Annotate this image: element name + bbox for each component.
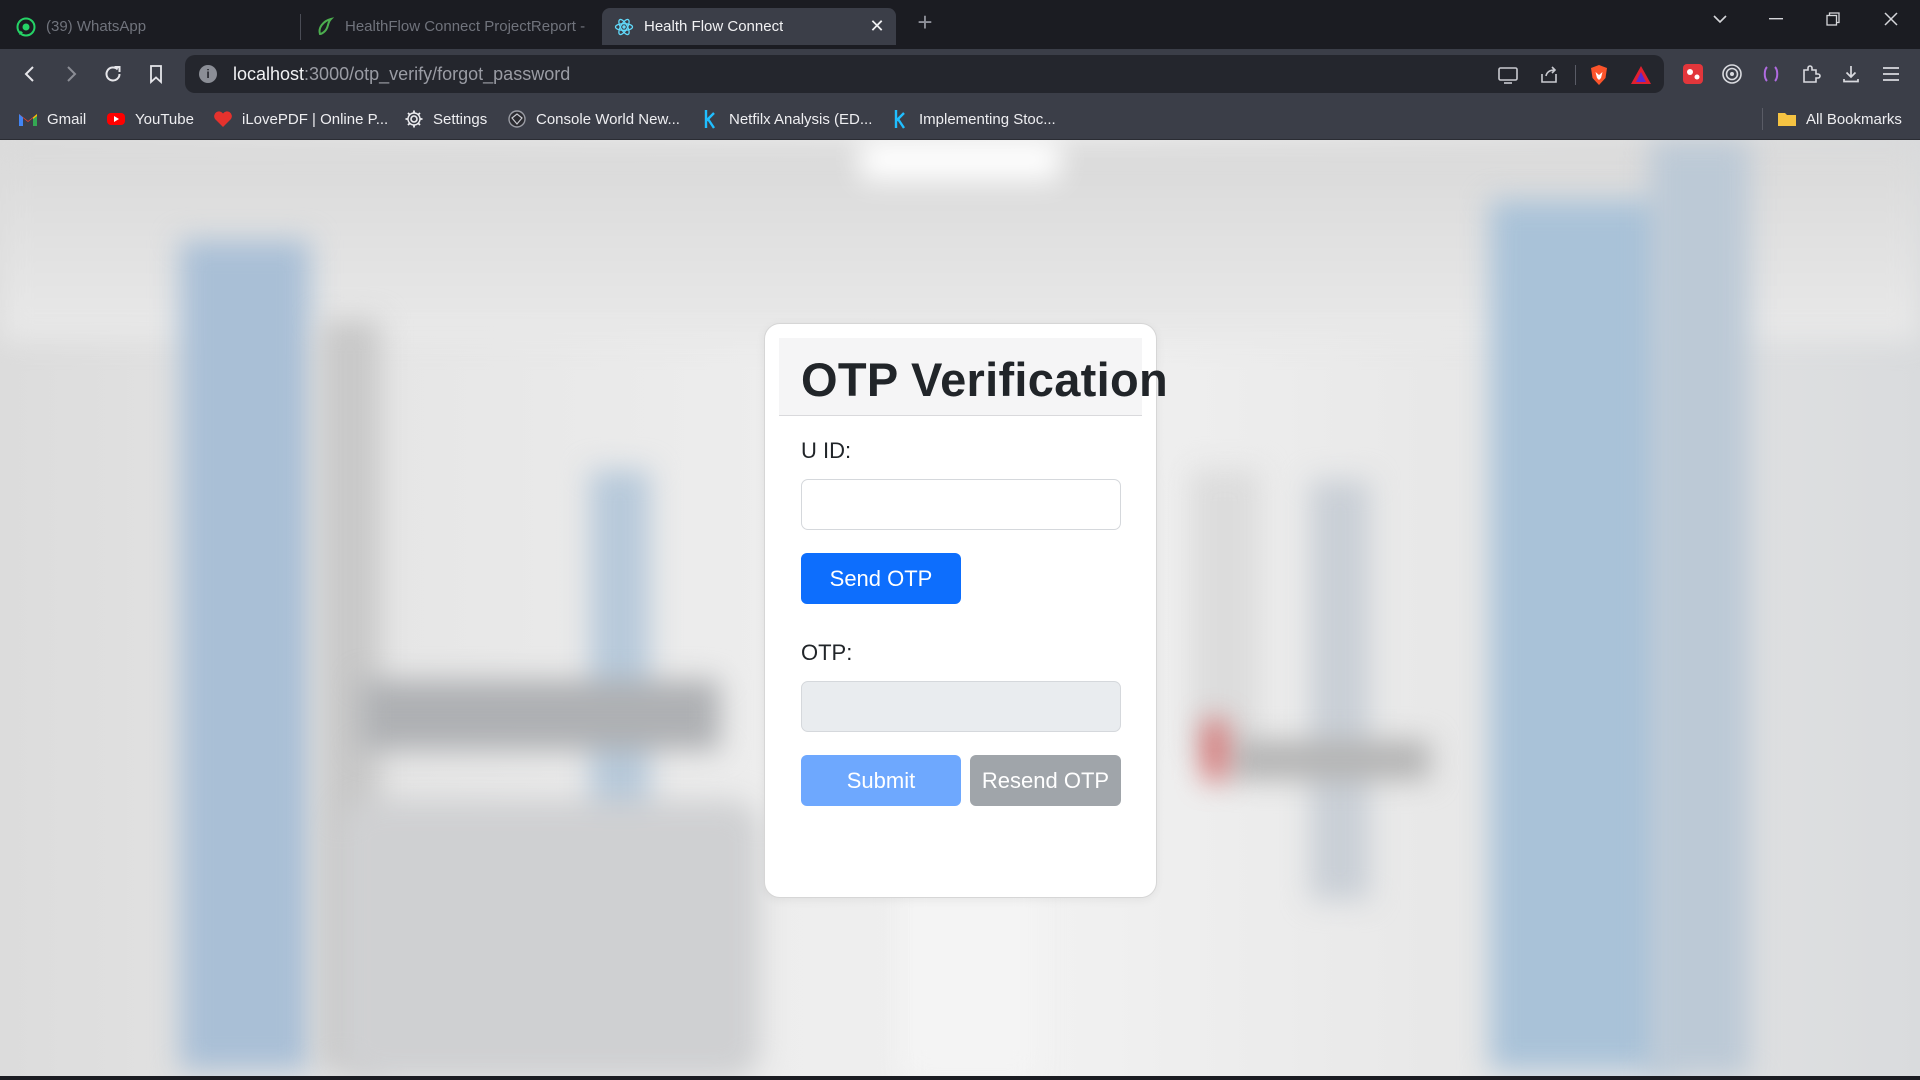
- omnibox-separator: [1575, 65, 1576, 85]
- tab-project-report[interactable]: HealthFlow Connect ProjectReport -: [303, 8, 599, 45]
- gmail-icon: [18, 109, 38, 129]
- restore-button[interactable]: [1813, 4, 1853, 34]
- share-icon[interactable]: [1537, 63, 1561, 87]
- gear-icon: [404, 109, 424, 129]
- brave-rewards-icon[interactable]: [1629, 63, 1653, 87]
- extension-puzzle-red-icon[interactable]: [1680, 61, 1706, 87]
- tab-separator: [300, 14, 301, 40]
- target-extension-icon[interactable]: [1719, 61, 1745, 87]
- menu-icon[interactable]: [1878, 61, 1904, 87]
- bookmark-button[interactable]: [140, 58, 172, 90]
- folder-icon: [1777, 109, 1797, 129]
- brave-shields-icon[interactable]: [1587, 63, 1611, 87]
- right-wall-shape: [1650, 140, 1750, 1076]
- bookmark-gmail[interactable]: Gmail: [18, 107, 86, 131]
- bookmarks-separator: [1762, 108, 1763, 130]
- otp-card: OTP Verification U ID: Send OTP OTP: Sub…: [764, 323, 1168, 898]
- kaggle-icon: [700, 109, 720, 129]
- bed-rail-shape: [360, 680, 720, 750]
- tab-title: HealthFlow Connect ProjectReport -: [345, 18, 586, 35]
- close-window-button[interactable]: [1871, 4, 1911, 34]
- kaggle-icon: [890, 109, 910, 129]
- ilovepdf-icon: [213, 109, 233, 129]
- console-world-icon: [507, 109, 527, 129]
- bookmark-implementing[interactable]: Implementing Stoc...: [890, 107, 1056, 131]
- page-title: OTP Verification: [801, 353, 1168, 406]
- forward-button[interactable]: [55, 58, 87, 90]
- right-door-shape: [1490, 200, 1670, 1070]
- brackets-extension-icon[interactable]: [1758, 61, 1784, 87]
- extensions-puzzle-icon[interactable]: [1798, 61, 1824, 87]
- url-host: localhost: [233, 64, 305, 84]
- bookmark-label: Netfilx Analysis (ED...: [729, 110, 873, 128]
- back-button[interactable]: [14, 58, 46, 90]
- tab-whatsapp[interactable]: (39) WhatsApp: [4, 8, 300, 45]
- otp-input[interactable]: [801, 681, 1121, 732]
- card-header: OTP Verification: [779, 338, 1168, 416]
- right-far-door: [1190, 470, 1260, 760]
- url-text[interactable]: localhost:3000/otp_verify/forgot_passwor…: [233, 64, 570, 85]
- reload-button[interactable]: [97, 58, 129, 90]
- bookmark-label: Implementing Stoc...: [919, 110, 1056, 128]
- download-icon[interactable]: [1838, 61, 1864, 87]
- react-icon: [614, 17, 634, 37]
- overleaf-icon: [315, 16, 335, 37]
- youtube-icon: [106, 109, 126, 129]
- resend-otp-button[interactable]: Resend OTP: [970, 755, 1121, 806]
- bookmark-ilovepdf[interactable]: iLovePDF | Online P...: [213, 107, 388, 131]
- bookmark-label: iLovePDF | Online P...: [242, 110, 389, 128]
- all-bookmarks-button[interactable]: All Bookmarks: [1777, 107, 1902, 131]
- uid-input[interactable]: [801, 479, 1121, 530]
- uid-label: U ID:: [801, 438, 852, 463]
- otp-label: OTP:: [801, 640, 853, 665]
- address-bar[interactable]: i localhost:3000/otp_verify/forgot_passw…: [185, 55, 1664, 93]
- ceiling-light: [860, 140, 1060, 180]
- tab-title: (39) WhatsApp: [46, 18, 147, 35]
- left-door-shape: [180, 240, 310, 1070]
- submit-button[interactable]: Submit: [801, 755, 961, 806]
- tab-search-chevron-icon[interactable]: [1700, 4, 1740, 34]
- tab-title: Health Flow Connect: [644, 18, 784, 35]
- tab-health-flow-connect[interactable]: Health Flow Connect ✕: [602, 8, 896, 45]
- bookmark-netflix-analysis[interactable]: Netfilx Analysis (ED...: [700, 107, 872, 131]
- cast-icon[interactable]: [1496, 63, 1520, 87]
- all-bookmarks-label: All Bookmarks: [1806, 110, 1902, 128]
- fire-extinguisher-shape: [1205, 720, 1225, 780]
- tab-strip: (39) WhatsApp HealthFlow Connect Project…: [0, 0, 1920, 49]
- url-path: :3000/otp_verify/forgot_password: [304, 64, 571, 84]
- close-icon[interactable]: ✕: [868, 17, 886, 35]
- bookmark-settings[interactable]: Settings: [404, 107, 487, 131]
- whatsapp-icon: [16, 17, 36, 37]
- bookmarks-bar: Gmail YouTube iLovePDF | Online P... Set…: [0, 99, 1920, 140]
- bookmark-youtube[interactable]: YouTube: [106, 107, 194, 131]
- bookmark-console-world[interactable]: Console World New...: [507, 107, 680, 131]
- site-info-icon[interactable]: i: [199, 65, 217, 83]
- right-window-shape: [1310, 480, 1370, 900]
- minimize-button[interactable]: [1756, 4, 1796, 34]
- new-tab-button[interactable]: +: [912, 9, 938, 36]
- browser-toolbar: i localhost:3000/otp_verify/forgot_passw…: [0, 49, 1920, 99]
- bookmark-label: Settings: [433, 110, 488, 128]
- send-otp-button[interactable]: Send OTP: [801, 553, 961, 604]
- bookmark-label: YouTube: [135, 110, 194, 128]
- hospital-bed-shape: [340, 800, 760, 1076]
- handrail-shape: [1230, 740, 1430, 780]
- bookmark-label: Gmail: [47, 110, 87, 128]
- bookmark-label: Console World New...: [536, 110, 680, 128]
- bottom-edge: [0, 1076, 1920, 1080]
